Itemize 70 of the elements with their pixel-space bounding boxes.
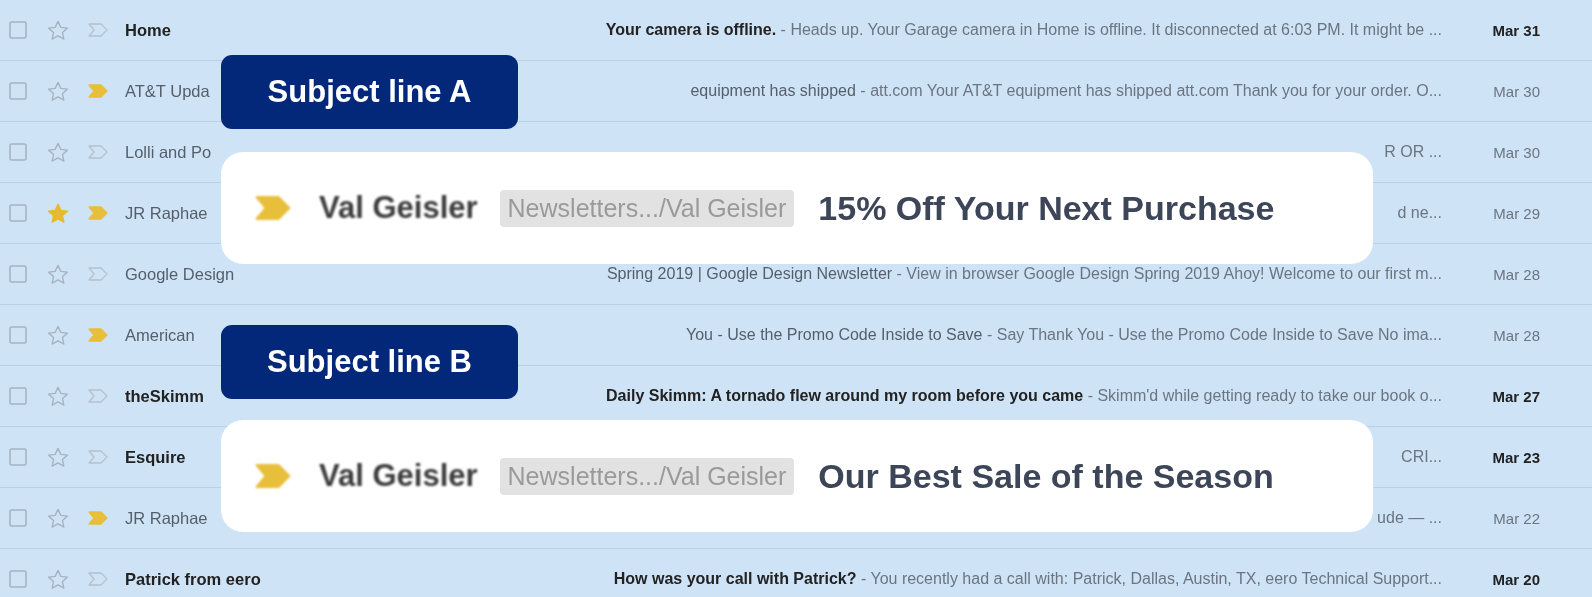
sender-name: Val Geisler (319, 458, 478, 494)
message-date: Mar 23 (1491, 448, 1541, 466)
message-preview: ude — ... (1377, 509, 1442, 527)
callout-label: Subject line A (221, 55, 518, 129)
star-icon[interactable] (47, 446, 69, 468)
star-icon[interactable] (47, 80, 69, 102)
message-preview: equipment has shipped - att.com Your AT&T equipment has shipped att.com Thank you for your order. O... (690, 82, 1442, 100)
checkbox[interactable] (9, 143, 27, 161)
message-date: Mar 31 (1491, 21, 1541, 39)
subject-line: 15% Off Your Next Purchase (818, 188, 1275, 228)
message-preview: R OR ... (1384, 143, 1442, 161)
message-date: Mar 20 (1491, 570, 1541, 588)
folder-tag: Newsletters.../Val Geisler (499, 457, 795, 495)
message-preview: d ne... (1397, 204, 1442, 222)
sender-name: Val Geisler (319, 190, 478, 226)
message-date: Mar 30 (1492, 143, 1541, 161)
sender-name: American (125, 325, 195, 345)
sender-name: theSkimm (125, 386, 204, 406)
star-icon[interactable] (47, 263, 69, 285)
star-icon[interactable] (47, 385, 69, 407)
star-icon[interactable] (47, 324, 69, 346)
checkbox[interactable] (9, 570, 27, 588)
star-icon[interactable] (47, 202, 69, 224)
star-icon[interactable] (47, 141, 69, 163)
importance-marker-icon[interactable] (88, 84, 108, 98)
message-preview: CRI... (1401, 448, 1442, 466)
subject-line: Our Best Sale of the Season (818, 456, 1274, 496)
importance-marker-icon[interactable] (88, 389, 108, 403)
importance-marker-icon[interactable] (88, 328, 108, 342)
checkbox[interactable] (9, 82, 27, 100)
checkbox[interactable] (9, 387, 27, 405)
checkbox[interactable] (9, 21, 27, 39)
sender-name: Google Design (125, 264, 235, 284)
message-preview: You - Use the Promo Code Inside to Save - Say Thank You - Use the Promo Code Inside to Save No ima... (686, 326, 1442, 344)
callout-label: Subject line B (221, 325, 518, 399)
message-date: Mar 22 (1492, 509, 1541, 527)
message-preview: Your camera is offline. - Heads up. Your Garage camera in Home is offline. It disconnected at 6:03 PM. It might be ... (605, 21, 1442, 39)
importance-marker-icon[interactable] (88, 23, 108, 37)
star-icon[interactable] (47, 507, 69, 529)
checkbox[interactable] (9, 448, 27, 466)
importance-marker-icon-enlarged (255, 195, 291, 221)
importance-marker-icon[interactable] (88, 450, 108, 464)
importance-marker-icon-enlarged (255, 463, 291, 489)
sender-name: Patrick from eero (125, 569, 261, 589)
sender-name: Esquire (125, 447, 186, 467)
folder-tag: Newsletters.../Val Geisler (499, 189, 795, 227)
message-preview: Spring 2019 | Google Design Newsletter - View in browser Google Design Spring 2019 Ahoy! Welcome to our first m... (606, 265, 1442, 283)
star-icon[interactable] (47, 19, 69, 41)
sender-name: AT&T Upda (125, 81, 210, 101)
importance-marker-icon[interactable] (88, 511, 108, 525)
message-preview: How was your call with Patrick? - You recently had a call with: Patrick, Dallas, Austin, TX, eero Technical Support... (613, 570, 1442, 588)
importance-marker-icon[interactable] (88, 206, 108, 220)
message-date: Mar 27 (1491, 387, 1541, 405)
sender-name: Lolli and Po (125, 142, 212, 162)
sender-name: Home (125, 20, 171, 40)
checkbox[interactable] (9, 326, 27, 344)
message-date: Mar 30 (1492, 82, 1541, 100)
checkbox[interactable] (9, 265, 27, 283)
checkbox[interactable] (9, 509, 27, 527)
message-preview: Daily Skimm: A tornado flew around my room before you came - Skimm'd while getting ready to take our book o... (606, 387, 1442, 405)
message-date: Mar 28 (1492, 326, 1541, 344)
message-date: Mar 29 (1492, 204, 1541, 222)
message-date: Mar 28 (1492, 265, 1541, 283)
sender-name: JR Raphae (125, 508, 208, 528)
importance-marker-icon[interactable] (88, 572, 108, 586)
importance-marker-icon[interactable] (88, 267, 108, 281)
importance-marker-icon[interactable] (88, 145, 108, 159)
sender-name: JR Raphae (125, 203, 208, 223)
checkbox[interactable] (9, 204, 27, 222)
star-icon[interactable] (47, 568, 69, 590)
